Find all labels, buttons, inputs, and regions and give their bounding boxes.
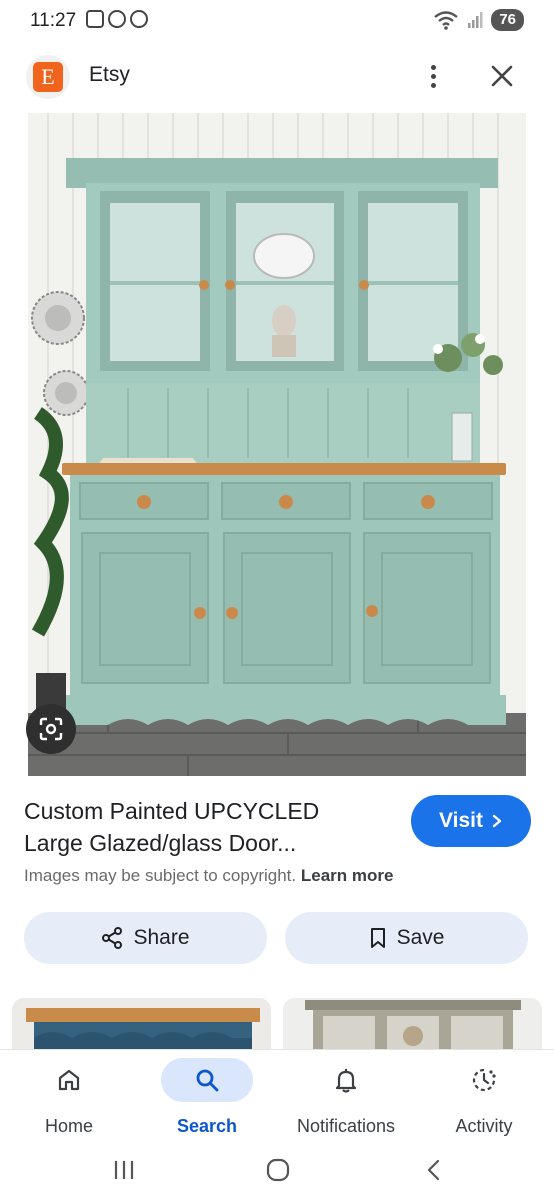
status-right: 76 [433, 9, 524, 31]
copyright-text: Images may be subject to copyright. [24, 866, 297, 885]
visit-label: Visit [439, 809, 483, 832]
whatsapp-icon-2 [130, 10, 148, 28]
learn-more-link[interactable]: Learn more [301, 866, 394, 885]
visit-button[interactable]: Visit [411, 795, 531, 847]
home-icon [58, 1069, 80, 1091]
result-title-line2: Large Glazed/glass Door... [24, 830, 297, 856]
close-icon[interactable] [484, 58, 520, 94]
copyright-notice: Images may be subject to copyright. Lear… [24, 866, 393, 886]
nav-notifications[interactable]: Notifications [277, 1050, 415, 1142]
related-image[interactable] [283, 998, 542, 1050]
battery-indicator: 76 [491, 9, 524, 31]
related-image[interactable] [12, 998, 271, 1050]
etsy-logo[interactable]: E [26, 55, 70, 99]
wifi-icon [434, 11, 459, 30]
whatsapp-icon [108, 10, 126, 28]
related-image-preview [283, 998, 542, 1050]
save-label: Save [396, 926, 445, 949]
result-title-line1: Custom Painted UPCYCLED [24, 798, 320, 824]
back-button[interactable] [414, 1150, 454, 1190]
search-icon [196, 1069, 219, 1092]
nav-notifications-label: Notifications [296, 1116, 396, 1136]
status-bar: 11:27 76 [0, 0, 554, 44]
save-button[interactable]: Save [285, 912, 528, 964]
share-icon [102, 927, 123, 949]
lens-search-button[interactable] [26, 704, 76, 754]
notification-icons [86, 10, 148, 28]
nav-home[interactable]: Home [0, 1050, 138, 1142]
result-title[interactable]: Custom Painted UPCYCLED Large Glazed/gla… [24, 795, 384, 859]
more-options-button[interactable] [418, 58, 448, 94]
recent-apps-button[interactable] [104, 1150, 144, 1190]
nav-home-icon-wrap [23, 1058, 115, 1102]
nav-search-label: Search [176, 1116, 238, 1136]
product-image[interactable] [28, 113, 526, 776]
home-system-button[interactable] [258, 1150, 298, 1190]
back-icon [427, 1159, 440, 1181]
system-navigation [0, 1142, 554, 1200]
more-dot [430, 82, 436, 88]
signal-icon [468, 12, 483, 28]
etsy-logo-letter: E [33, 62, 63, 92]
nav-activity[interactable]: Activity [415, 1050, 553, 1142]
source-header: E Etsy [0, 48, 554, 104]
more-dot [430, 64, 436, 70]
nav-notifications-icon-wrap [300, 1058, 392, 1102]
recents-icon [114, 1161, 134, 1179]
lens-icon [39, 717, 63, 741]
nav-activity-icon-wrap [438, 1058, 530, 1102]
related-image-preview [12, 998, 271, 1050]
nav-search-icon-wrap [161, 1058, 253, 1102]
nav-home-label: Home [44, 1116, 93, 1136]
nav-search[interactable]: Search [138, 1050, 276, 1142]
share-label: Share [133, 926, 190, 949]
bookmark-icon [370, 928, 385, 948]
chevron-right-icon [492, 814, 502, 828]
bottom-navigation: Home Search Notifications Activity [0, 1050, 554, 1142]
source-name[interactable]: Etsy [89, 63, 130, 87]
status-time: 11:27 [30, 10, 77, 31]
screenshot-icon [86, 10, 104, 28]
bell-icon [335, 1069, 357, 1093]
nav-activity-label: Activity [455, 1116, 513, 1136]
more-dot [430, 73, 436, 79]
share-button[interactable]: Share [24, 912, 267, 964]
home-circle-icon [266, 1158, 290, 1182]
dresser-illustration [28, 113, 526, 776]
activity-icon [472, 1068, 496, 1092]
